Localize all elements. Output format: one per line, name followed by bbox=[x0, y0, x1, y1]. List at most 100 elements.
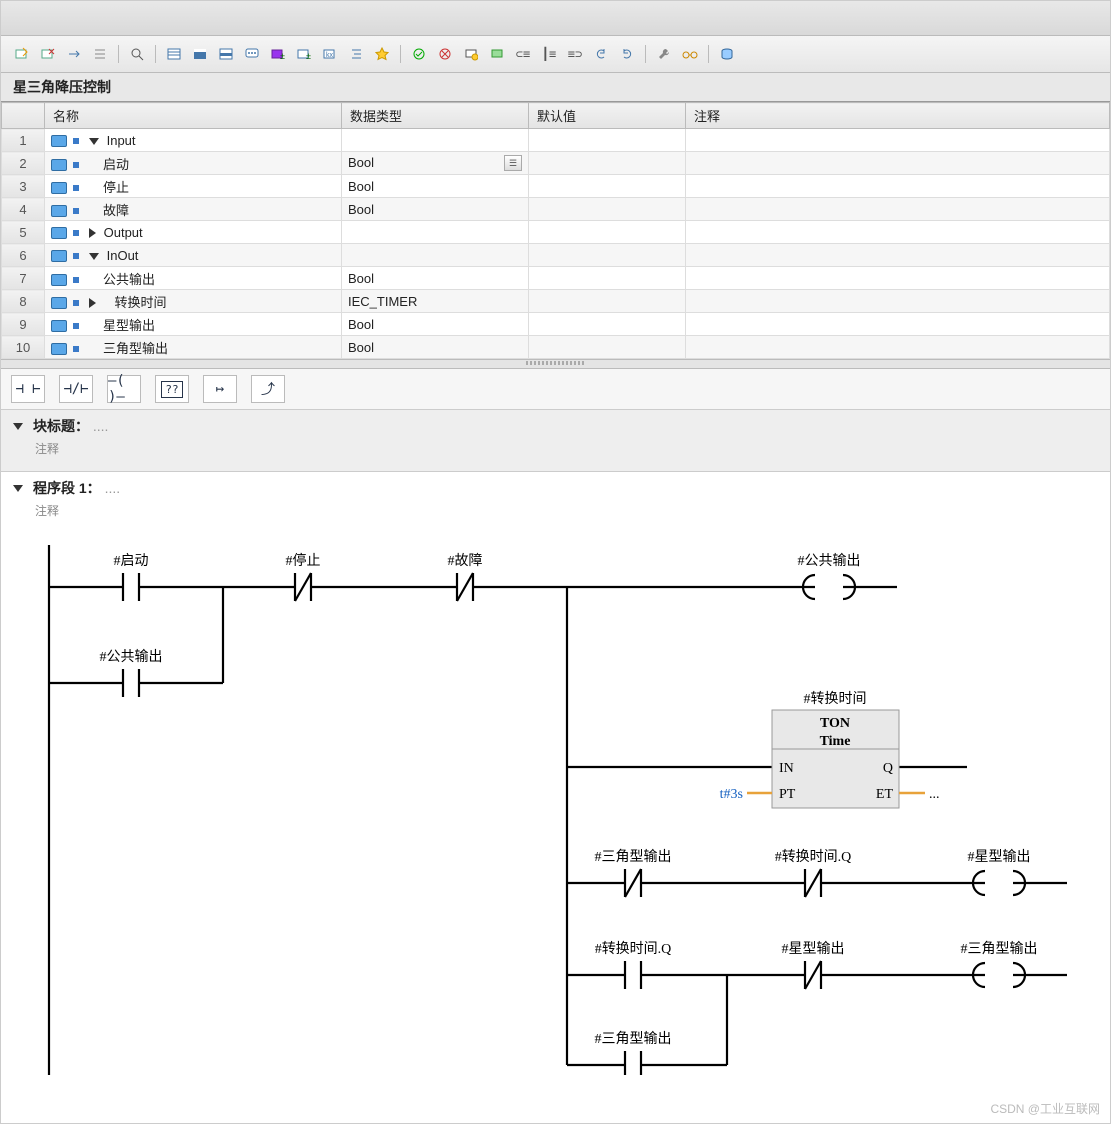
cell-name[interactable]: 转换时间 bbox=[45, 290, 342, 313]
col-default[interactable]: 默认值 bbox=[529, 103, 686, 129]
tool-search-icon[interactable] bbox=[126, 43, 148, 65]
cell-name[interactable]: Input bbox=[45, 129, 342, 152]
tool-rows3-icon[interactable] bbox=[215, 43, 237, 65]
cell-default[interactable] bbox=[529, 290, 686, 313]
tool-go-online-icon[interactable] bbox=[408, 43, 430, 65]
collapse-icon[interactable] bbox=[13, 485, 23, 492]
table-row[interactable]: 1 Input bbox=[2, 129, 1110, 152]
tool-db-icon[interactable] bbox=[716, 43, 738, 65]
ladder-elem-btn-1[interactable]: ⊣/⊢ bbox=[59, 375, 93, 403]
ladder-elem-btn-0[interactable]: ⊣ ⊢ bbox=[11, 375, 45, 403]
cell-default[interactable] bbox=[529, 244, 686, 267]
tool-star-icon[interactable] bbox=[371, 43, 393, 65]
ladder-elem-btn-4[interactable]: ↦ bbox=[203, 375, 237, 403]
cell-default[interactable] bbox=[529, 313, 686, 336]
ladder-elem-btn-3[interactable]: ?? bbox=[155, 375, 189, 403]
tool-lbrace-icon[interactable]: ⊂≡ bbox=[512, 43, 534, 65]
cell-default[interactable] bbox=[529, 336, 686, 359]
cell-name[interactable]: 三角型输出 bbox=[45, 336, 342, 359]
cell-type[interactable] bbox=[342, 244, 529, 267]
ladder-elem-btn-5[interactable]: ⤴ bbox=[251, 375, 285, 403]
cell-name[interactable]: Output bbox=[45, 221, 342, 244]
tool-rbrace-icon[interactable]: ≡⊃ bbox=[564, 43, 586, 65]
tool-delete-network-icon[interactable] bbox=[37, 43, 59, 65]
tool-wrench-icon[interactable] bbox=[653, 43, 675, 65]
cell-type[interactable]: Bool bbox=[342, 336, 529, 359]
cell-default[interactable] bbox=[529, 267, 686, 290]
bullet-icon bbox=[73, 162, 79, 168]
cell-type[interactable]: Bool☰ bbox=[342, 152, 529, 175]
tool-loopR-icon[interactable] bbox=[616, 43, 638, 65]
cell-comment[interactable] bbox=[686, 313, 1110, 336]
cell-comment[interactable] bbox=[686, 221, 1110, 244]
table-row[interactable]: 2 启动Bool☰ bbox=[2, 152, 1110, 175]
table-row[interactable]: 5 Output bbox=[2, 221, 1110, 244]
network-title-label[interactable]: 程序段 1： .... bbox=[33, 478, 120, 498]
cell-comment[interactable] bbox=[686, 267, 1110, 290]
table-row[interactable]: 3 停止Bool bbox=[2, 175, 1110, 198]
cell-default[interactable] bbox=[529, 129, 686, 152]
tool-indent-icon[interactable] bbox=[345, 43, 367, 65]
cell-comment[interactable] bbox=[686, 336, 1110, 359]
block-comment[interactable]: 注释 bbox=[9, 436, 1102, 465]
cell-default[interactable] bbox=[529, 175, 686, 198]
table-row[interactable]: 8 转换时间IEC_TIMER bbox=[2, 290, 1110, 313]
tool-glasses-icon[interactable] bbox=[679, 43, 701, 65]
cell-type[interactable] bbox=[342, 221, 529, 244]
tool-monitor1-icon[interactable] bbox=[460, 43, 482, 65]
cell-comment[interactable] bbox=[686, 129, 1110, 152]
table-row[interactable]: 4 故障Bool bbox=[2, 198, 1110, 221]
tool-tag-plus-icon[interactable]: ± bbox=[267, 43, 289, 65]
cell-comment[interactable] bbox=[686, 175, 1110, 198]
svg-text:±: ± bbox=[306, 51, 311, 61]
tool-rows2-icon[interactable] bbox=[189, 43, 211, 65]
type-dropdown-icon[interactable]: ☰ bbox=[504, 155, 522, 171]
tool-list-icon[interactable] bbox=[89, 43, 111, 65]
tool-go-offline-icon[interactable] bbox=[434, 43, 456, 65]
horizontal-splitter[interactable] bbox=[1, 359, 1110, 369]
tool-loopL-icon[interactable] bbox=[590, 43, 612, 65]
cell-type[interactable]: IEC_TIMER bbox=[342, 290, 529, 313]
cell-type[interactable]: Bool bbox=[342, 175, 529, 198]
cell-name[interactable]: 星型输出 bbox=[45, 313, 342, 336]
tool-lines-icon[interactable]: ┃≡ bbox=[538, 43, 560, 65]
cell-type[interactable]: Bool bbox=[342, 313, 529, 336]
tool-comment-icon[interactable] bbox=[241, 43, 263, 65]
table-row[interactable]: 10 三角型输出Bool bbox=[2, 336, 1110, 359]
collapse-icon[interactable] bbox=[13, 423, 23, 430]
block-title-label[interactable]: 块标题： .... bbox=[33, 416, 108, 436]
rownum: 10 bbox=[2, 336, 45, 359]
ladder-elem-btn-2[interactable]: –( )– bbox=[107, 375, 141, 403]
col-comment[interactable]: 注释 bbox=[686, 103, 1110, 129]
cell-type[interactable]: Bool bbox=[342, 198, 529, 221]
ladder-diagram[interactable]: #启动 #停止 #故障 #公共输出 #公共输出 #转换时间 TON Time I… bbox=[9, 527, 1102, 1085]
table-row[interactable]: 6 InOut bbox=[2, 244, 1110, 267]
watermark: CSDN @工业互联网 bbox=[990, 1100, 1100, 1117]
cell-comment[interactable] bbox=[686, 152, 1110, 175]
tool-tag3-icon[interactable]: kx bbox=[319, 43, 341, 65]
tool-nav-icon[interactable] bbox=[63, 43, 85, 65]
cell-comment[interactable] bbox=[686, 290, 1110, 313]
network-comment[interactable]: 注释 bbox=[9, 498, 1102, 527]
table-row[interactable]: 7 公共输出Bool bbox=[2, 267, 1110, 290]
tool-rows1-icon[interactable] bbox=[163, 43, 185, 65]
cell-name[interactable]: 故障 bbox=[45, 198, 342, 221]
cell-comment[interactable] bbox=[686, 198, 1110, 221]
svg-text:#三角型输出: #三角型输出 bbox=[595, 1031, 672, 1047]
cell-type[interactable]: Bool bbox=[342, 267, 529, 290]
cell-type[interactable] bbox=[342, 129, 529, 152]
tool-monitor2-icon[interactable] bbox=[486, 43, 508, 65]
col-name[interactable]: 名称 bbox=[45, 103, 342, 129]
tool-tag2-icon[interactable]: ± bbox=[293, 43, 315, 65]
cell-name[interactable]: 启动 bbox=[45, 152, 342, 175]
cell-comment[interactable] bbox=[686, 244, 1110, 267]
tool-insert-network-icon[interactable] bbox=[11, 43, 33, 65]
cell-default[interactable] bbox=[529, 152, 686, 175]
table-row[interactable]: 9 星型输出Bool bbox=[2, 313, 1110, 336]
cell-name[interactable]: InOut bbox=[45, 244, 342, 267]
cell-default[interactable] bbox=[529, 198, 686, 221]
cell-name[interactable]: 公共输出 bbox=[45, 267, 342, 290]
col-type[interactable]: 数据类型 bbox=[342, 103, 529, 129]
cell-default[interactable] bbox=[529, 221, 686, 244]
cell-name[interactable]: 停止 bbox=[45, 175, 342, 198]
